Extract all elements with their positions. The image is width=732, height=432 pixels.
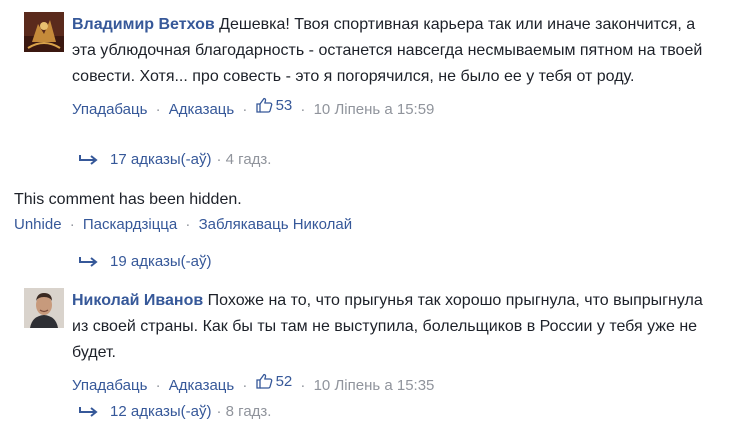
replies-link[interactable]: 12 адказы(-аў) · 8 гадз. <box>78 402 271 422</box>
separator: · <box>155 377 161 394</box>
replies-count[interactable]: 19 адказы(-аў) <box>110 252 212 272</box>
replies-link[interactable]: 19 адказы(-аў) <box>78 252 212 272</box>
replies-time: · 8 гадз. <box>216 403 272 420</box>
unhide-button[interactable]: Unhide <box>14 216 62 233</box>
separator: · <box>242 101 248 118</box>
thumbs-up-icon <box>255 97 272 113</box>
replies-count[interactable]: 12 адказы(-аў) <box>110 402 212 422</box>
report-button[interactable]: Паскардзіцца <box>83 216 177 233</box>
like-button[interactable]: Упадабаць <box>72 101 147 118</box>
comment-body: Николай Иванов Похоже на то, что прыгунь… <box>72 288 722 396</box>
like-count: 53 <box>275 97 293 114</box>
author-name[interactable]: Владимир Ветхов <box>72 16 215 33</box>
block-user-button[interactable]: Заблякаваць Николай <box>199 216 353 233</box>
user-avatar-icon <box>24 288 64 328</box>
reply-arrow-icon <box>79 407 98 417</box>
separator: · <box>69 216 75 233</box>
hidden-comment-actions: Unhide · Паскардзіцца · Заблякаваць Нико… <box>14 215 352 235</box>
author-name[interactable]: Николай Иванов <box>72 292 203 309</box>
separator: · <box>185 216 191 233</box>
comment-text: Николай Иванов Похоже на то, что прыгунь… <box>72 288 722 366</box>
separator: · <box>300 101 306 118</box>
comment-timestamp[interactable]: 10 Ліпень а 15:59 <box>314 101 435 118</box>
like-count: 52 <box>275 373 293 390</box>
avatar[interactable] <box>24 288 64 328</box>
like-count-button[interactable]: 52 <box>255 372 293 392</box>
user-avatar-icon <box>24 12 64 52</box>
separator: · <box>155 101 161 118</box>
reply-arrow-icon <box>79 155 98 165</box>
like-count-button[interactable]: 53 <box>255 96 293 116</box>
separator: · <box>242 377 248 394</box>
thumbs-up-icon <box>255 373 272 389</box>
comment-text: Владимир Ветхов Дешевка! Твоя спортивная… <box>72 12 722 90</box>
comment-body: Владимир Ветхов Дешевка! Твоя спортивная… <box>72 12 722 120</box>
hidden-comment-notice: This comment has been hidden. <box>14 191 242 208</box>
comment-actions: Упадабаць · Адказаць · 53 · 10 Ліпень а … <box>72 96 722 120</box>
reply-arrow-icon <box>79 257 98 267</box>
replies-count[interactable]: 17 адказы(-аў) <box>110 150 212 170</box>
like-button[interactable]: Упадабаць <box>72 377 147 394</box>
replies-time: · 4 гадз. <box>216 151 272 168</box>
reply-button[interactable]: Адказаць <box>169 377 234 394</box>
reply-button[interactable]: Адказаць <box>169 101 234 118</box>
replies-link[interactable]: 17 адказы(-аў) · 4 гадз. <box>78 150 271 170</box>
comment-actions: Упадабаць · Адказаць · 52 · 10 Ліпень а … <box>72 372 722 396</box>
separator: · <box>300 377 306 394</box>
comment-timestamp[interactable]: 10 Ліпень а 15:35 <box>314 377 435 394</box>
avatar[interactable] <box>24 12 64 52</box>
